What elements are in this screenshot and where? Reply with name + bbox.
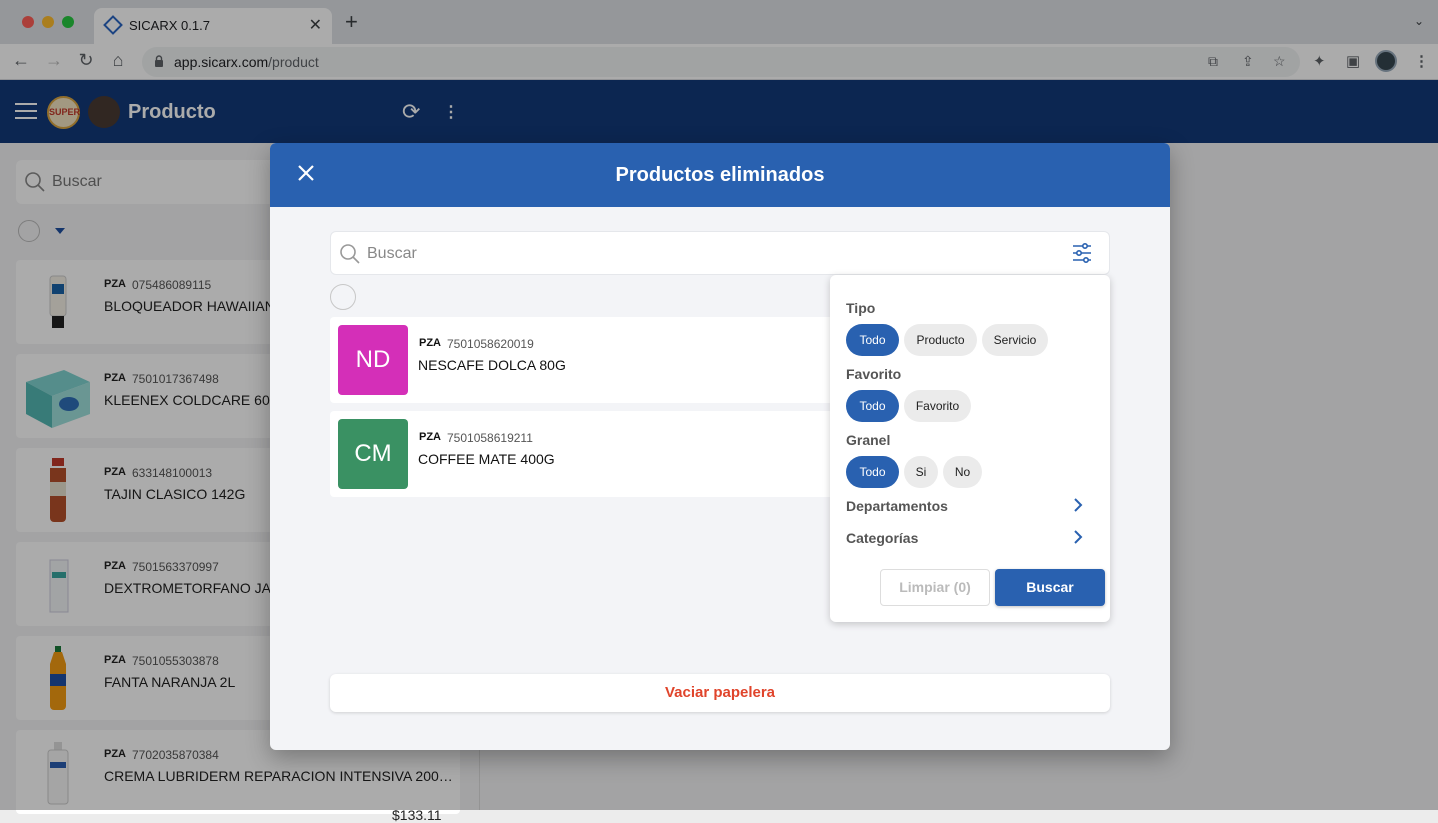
tipo-chip-servicio[interactable]: Servicio (982, 324, 1048, 356)
deleted-products-dialog: Productos eliminados Buscar ND PZA 75010… (270, 143, 1170, 750)
favorito-chip-todo[interactable]: Todo (846, 390, 899, 422)
clear-filters-button[interactable]: Limpiar (0) (880, 569, 990, 606)
tipo-chip-producto[interactable]: Producto (904, 324, 977, 356)
filter-sliders-icon[interactable] (1071, 242, 1093, 264)
tipo-chip-todo[interactable]: Todo (846, 324, 899, 356)
unit-label: PZA (419, 337, 441, 349)
favorito-label: Favorito (846, 366, 902, 382)
granel-chip-no[interactable]: No (943, 456, 982, 488)
product-name: NESCAFE DOLCA 80G (418, 357, 566, 373)
dialog-title: Productos eliminados (615, 164, 825, 186)
select-all-checkbox[interactable] (330, 284, 356, 310)
search-placeholder: Buscar (367, 245, 417, 262)
product-code: 7501058620019 (447, 337, 534, 351)
unit-label: PZA (419, 431, 441, 443)
search-input[interactable]: Buscar (330, 231, 1110, 275)
tipo-label: Tipo (846, 300, 876, 316)
departamentos-row[interactable]: Departamentos (846, 498, 948, 514)
categorias-row[interactable]: Categorías (846, 530, 918, 546)
product-initials-badge: CM (338, 419, 408, 489)
chevron-right-icon[interactable] (1071, 498, 1085, 512)
chevron-right-icon[interactable] (1071, 530, 1085, 544)
granel-chip-todo[interactable]: Todo (846, 456, 899, 488)
apply-search-button[interactable]: Buscar (995, 569, 1105, 606)
search-icon (340, 244, 360, 264)
favorito-chip-favorito[interactable]: Favorito (904, 390, 971, 422)
filter-panel: Tipo Todo Producto Servicio Favorito Tod… (830, 275, 1110, 622)
empty-trash-button[interactable]: Vaciar papelera (330, 674, 1110, 712)
product-code: 7501058619211 (447, 431, 533, 445)
deleted-product-row[interactable]: ND PZA 7501058620019 NESCAFE DOLCA 80G (330, 317, 850, 403)
product-initials-badge: ND (338, 325, 408, 395)
deleted-product-row[interactable]: CM PZA 7501058619211 COFFEE MATE 400G (330, 411, 850, 497)
granel-label: Granel (846, 432, 891, 448)
dialog-header: Productos eliminados (270, 143, 1170, 207)
product-name: COFFEE MATE 400G (418, 451, 555, 467)
granel-chip-si[interactable]: Si (904, 456, 938, 488)
